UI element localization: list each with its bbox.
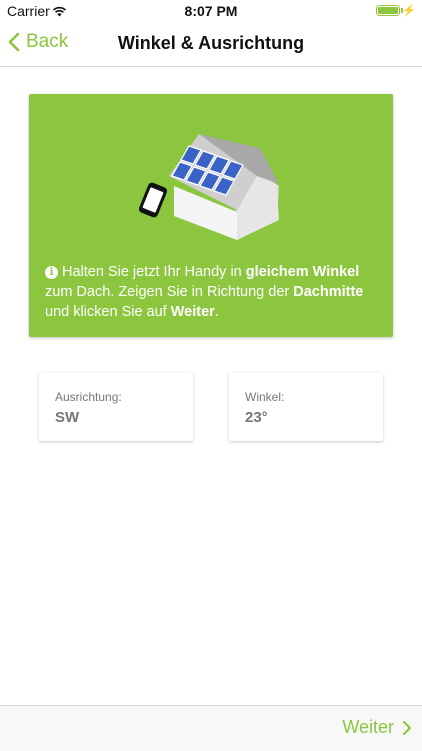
orientation-value: SW xyxy=(55,409,80,426)
status-bar: Carrier 8:07 PM ⚡ xyxy=(0,0,422,22)
orientation-label: Ausrichtung: xyxy=(55,390,122,404)
status-time: 8:07 PM xyxy=(184,3,238,19)
chevron-right-icon xyxy=(402,720,412,735)
battery-icon xyxy=(376,5,400,16)
instruction-card: i Halten Sie jetzt Ihr Handy in gleichem … xyxy=(29,94,393,337)
angle-label: Winkel: xyxy=(245,390,285,404)
info-icon: i xyxy=(45,266,58,279)
page-title: Winkel & Ausrichtung xyxy=(117,33,305,53)
bolt-icon: ⚡ xyxy=(402,5,416,17)
house-solar-illustration xyxy=(129,128,289,253)
angle-card: Winkel: 23° xyxy=(229,373,383,441)
phone-graphic xyxy=(138,182,168,218)
navigation-bar: Back Winkel & Ausrichtung xyxy=(0,22,422,67)
next-label: Weiter xyxy=(342,717,394,737)
bottom-toolbar: Weiter xyxy=(0,705,422,751)
instruction-text: i Halten Sie jetzt Ihr Handy in gleichem … xyxy=(45,264,364,320)
next-button[interactable]: Weiter xyxy=(342,717,412,738)
orientation-card: Ausrichtung: SW xyxy=(39,373,193,441)
angle-value: 23° xyxy=(245,409,268,426)
